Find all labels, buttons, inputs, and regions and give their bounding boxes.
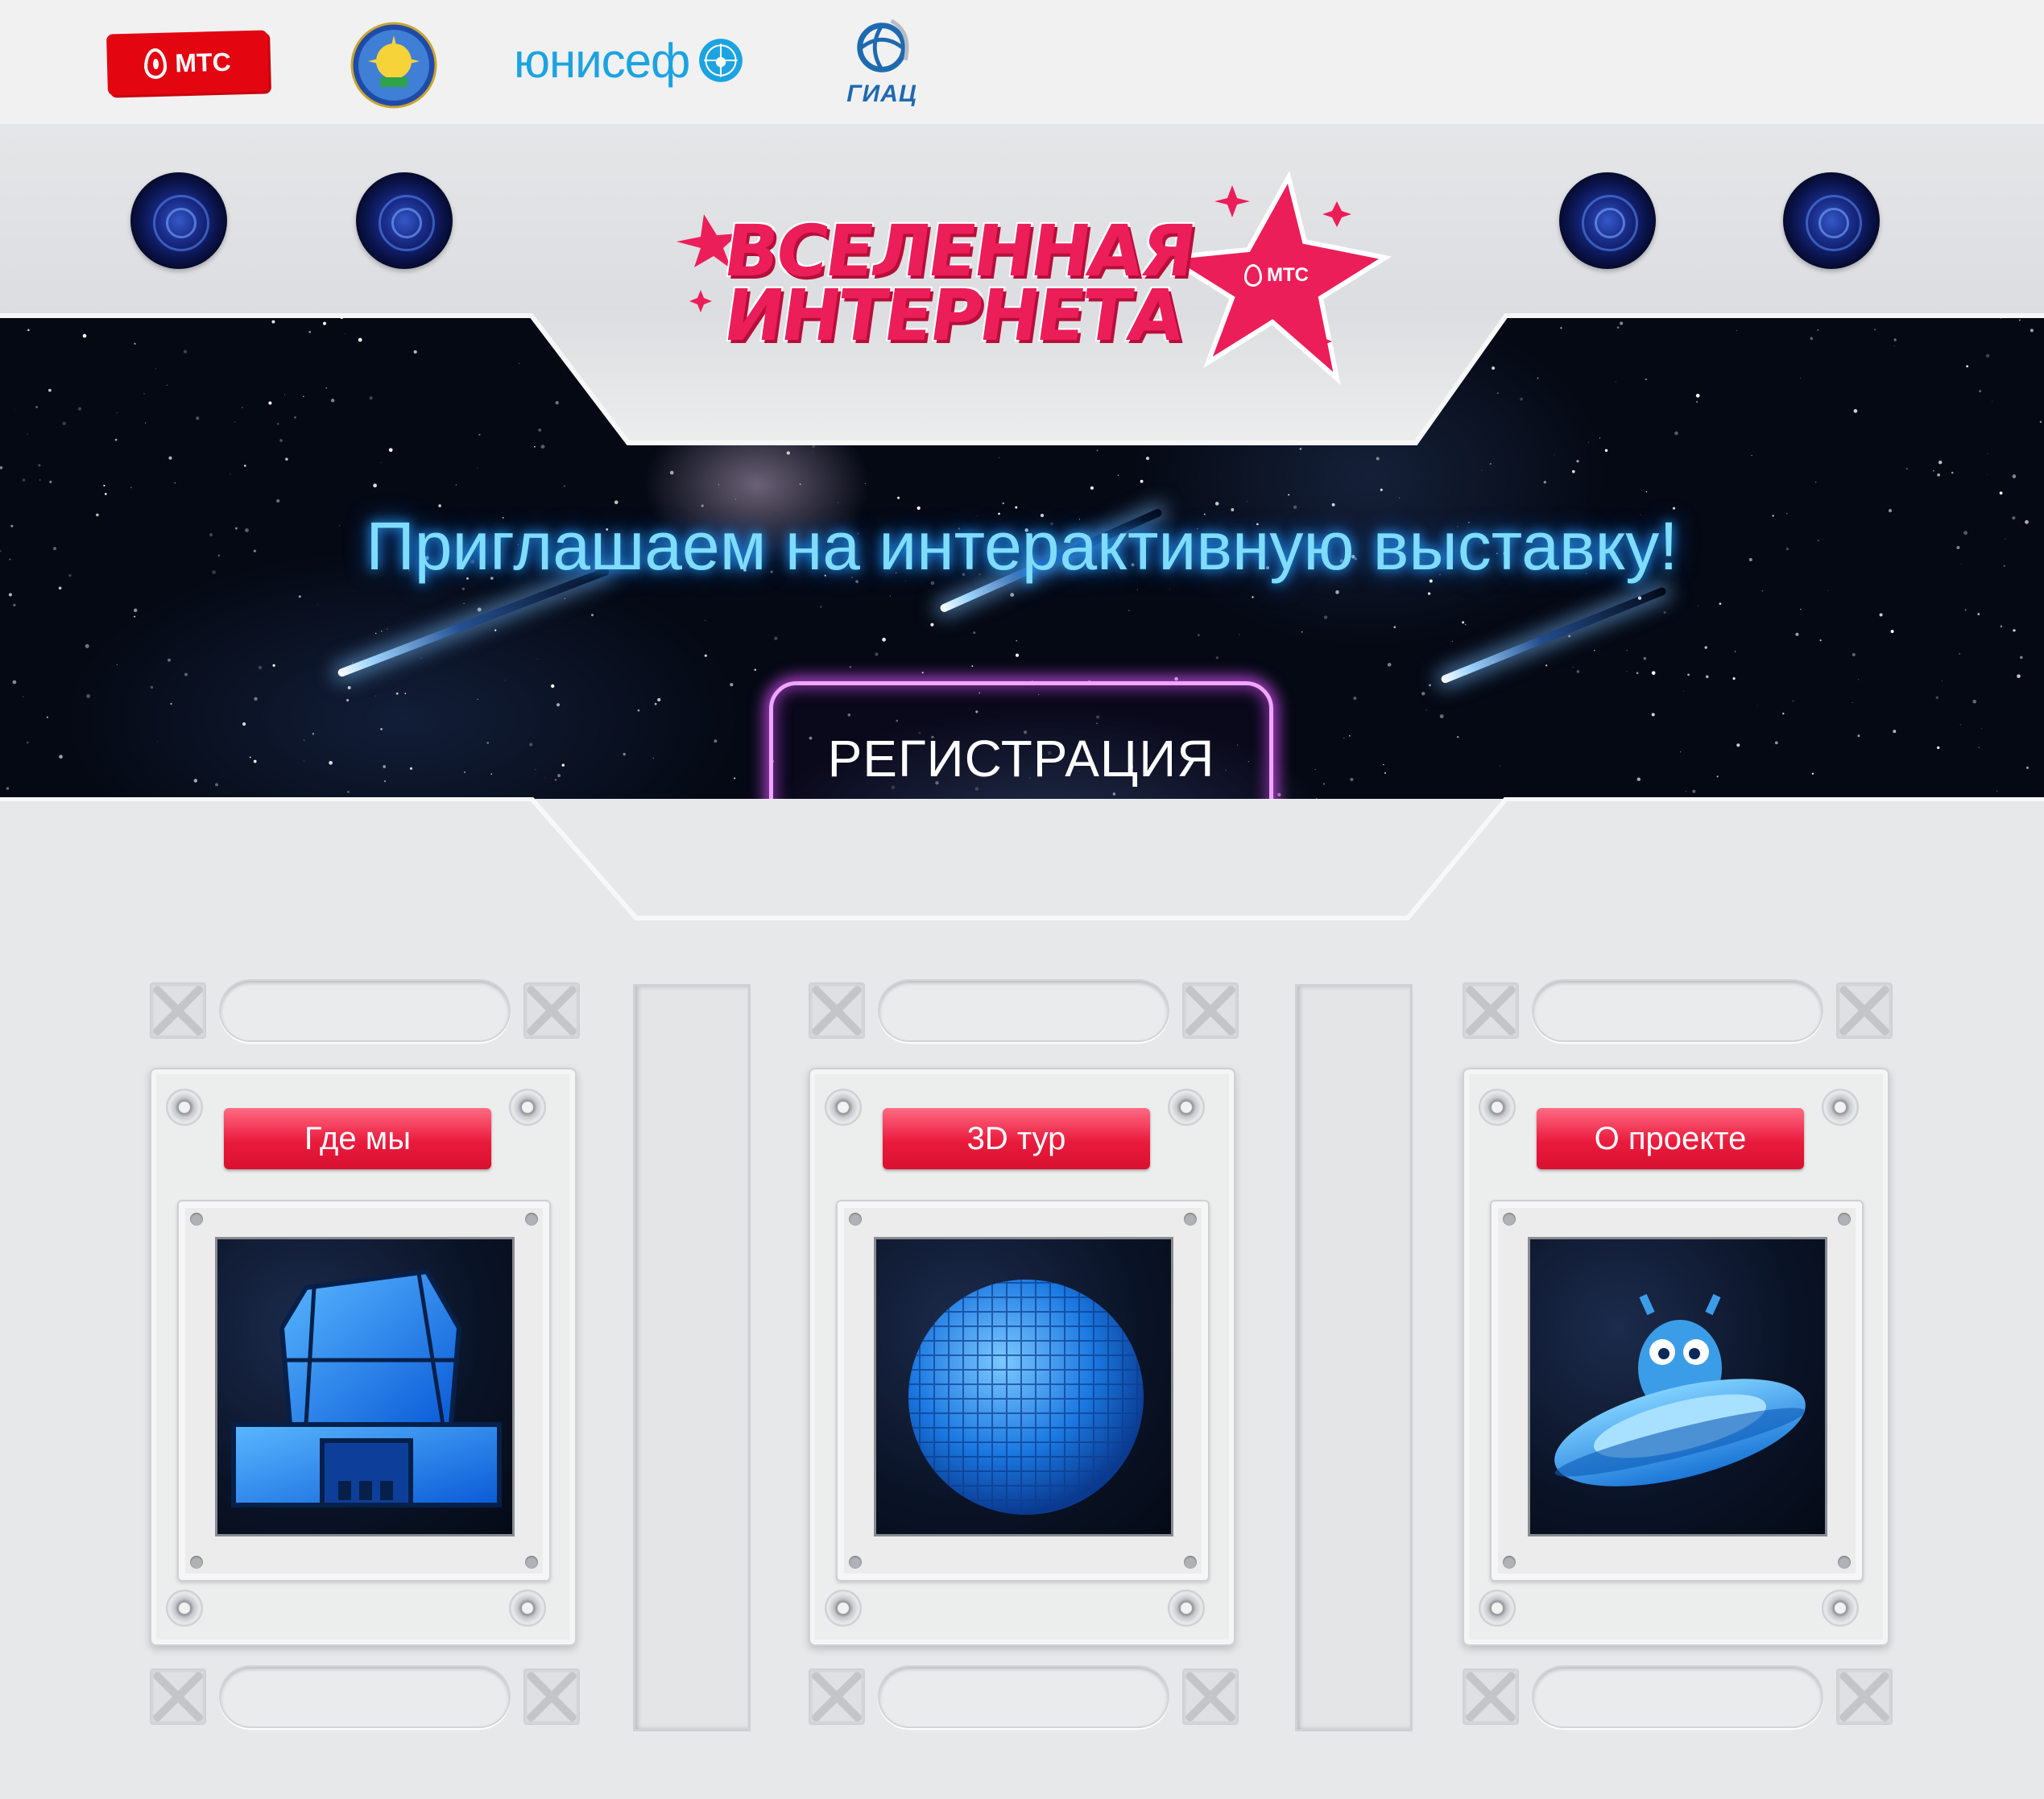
thumbnail-frame	[1490, 1200, 1864, 1582]
cross-bolt-icon	[1463, 982, 1519, 1039]
cube-sphere-icon	[876, 1239, 1171, 1534]
screw-icon	[1822, 1089, 1859, 1126]
frame-dot	[1184, 1556, 1197, 1569]
porthole-3	[1559, 172, 1656, 269]
feature-column-3: О проекте	[1463, 979, 1897, 1733]
frame-dot	[1838, 1556, 1851, 1569]
porthole-1	[130, 172, 227, 269]
card-button-2[interactable]: 3D тур	[883, 1108, 1150, 1169]
screw-icon	[166, 1590, 203, 1627]
thumbnail-image[interactable]	[215, 1237, 515, 1536]
frame-dot	[1503, 1213, 1516, 1226]
frame-dot	[849, 1213, 862, 1226]
cross-bolt-icon	[523, 982, 580, 1039]
screw-icon	[825, 1590, 862, 1627]
slot-pill-bottom	[1532, 1665, 1823, 1728]
unicef-logo[interactable]: юнисеф	[514, 24, 746, 97]
card-button-1[interactable]: Где мы	[224, 1108, 491, 1169]
screw-icon	[1168, 1089, 1205, 1126]
feature-column-2: 3D тур	[809, 979, 1243, 1733]
cross-bolt-icon	[1836, 982, 1893, 1039]
screw-icon	[1168, 1590, 1205, 1627]
frame-dot	[1503, 1556, 1516, 1569]
thumbnail-image[interactable]	[874, 1237, 1173, 1536]
cross-bolt-icon	[1182, 1669, 1239, 1725]
cross-bolt-icon	[1463, 1669, 1519, 1725]
cross-bolt-icon	[1182, 982, 1239, 1039]
invite-heading: Приглашаем на интерактивную выставку!	[366, 508, 1678, 584]
lower-notch	[0, 797, 2044, 926]
giac-logo[interactable]: ГИАЦ	[846, 16, 918, 113]
unicef-emblem-icon	[699, 39, 743, 82]
cross-bolt-icon	[809, 982, 865, 1039]
feature-card: 3D тур	[809, 1068, 1235, 1646]
logo-mts-badge: МТС	[1244, 264, 1309, 287]
mts-logo[interactable]: МТС	[106, 30, 269, 96]
frame-dot	[525, 1556, 538, 1569]
frame-dot	[190, 1556, 203, 1569]
cross-bolt-icon	[1836, 1669, 1893, 1725]
porthole-4	[1783, 172, 1880, 269]
alien-ufo-icon	[1530, 1239, 1825, 1534]
column-divider-1	[633, 984, 751, 1731]
screw-icon	[509, 1089, 546, 1126]
unicef-logo-text: юнисеф	[514, 33, 690, 88]
frame-dot	[1184, 1213, 1197, 1226]
thumbnail-frame	[836, 1200, 1210, 1582]
screw-icon	[825, 1089, 862, 1126]
slot-pill-top	[219, 979, 511, 1042]
feature-card: Где мы	[150, 1068, 577, 1646]
slot-pill-bottom	[219, 1665, 511, 1728]
building-icon	[217, 1239, 512, 1534]
logo-line-2: ИНТЕРНЕТА	[718, 274, 1188, 357]
cross-bolt-icon	[523, 1669, 580, 1725]
thumbnail-frame	[177, 1200, 551, 1582]
frame-dot	[525, 1213, 538, 1226]
screw-icon	[166, 1089, 203, 1126]
main-logo[interactable]: ВСЕЛЕННАЯ ИНТЕРНЕТА МТС	[652, 169, 1393, 387]
frame-dot	[849, 1556, 862, 1569]
giac-globe-icon	[857, 19, 909, 72]
logo-mts-badge-text: МТС	[1267, 264, 1309, 286]
cross-bolt-icon	[809, 1669, 865, 1725]
partner-bar: МТС юнисеф ГИАЦ	[0, 0, 2044, 124]
screw-icon	[1479, 1089, 1516, 1126]
frame-dot	[190, 1213, 203, 1226]
register-button[interactable]: РЕГИСТРАЦИЯ	[769, 681, 1273, 799]
giac-logo-text: ГИАЦ	[846, 81, 917, 107]
cross-bolt-icon	[150, 982, 206, 1039]
screw-icon	[1822, 1590, 1859, 1627]
feature-card: О проекте	[1463, 1068, 1889, 1646]
feature-column-1: Где мы	[150, 979, 585, 1733]
cross-bolt-icon	[150, 1669, 206, 1725]
slot-pill-top	[878, 979, 1169, 1042]
screw-icon	[1479, 1590, 1516, 1627]
mts-egg-icon	[143, 48, 168, 80]
screw-icon	[509, 1590, 546, 1627]
card-button-3[interactable]: О проекте	[1537, 1108, 1804, 1169]
column-divider-2	[1295, 984, 1413, 1731]
frame-dot	[1838, 1213, 1851, 1226]
porthole-2	[356, 172, 453, 269]
slot-pill-top	[1532, 979, 1823, 1042]
mts-logo-text: МТС	[174, 47, 232, 77]
thumbnail-image[interactable]	[1528, 1237, 1827, 1536]
slot-pill-bottom	[878, 1665, 1169, 1728]
logo-mts-egg-icon	[1244, 264, 1262, 287]
ministry-seal-logo[interactable]	[350, 21, 438, 110]
